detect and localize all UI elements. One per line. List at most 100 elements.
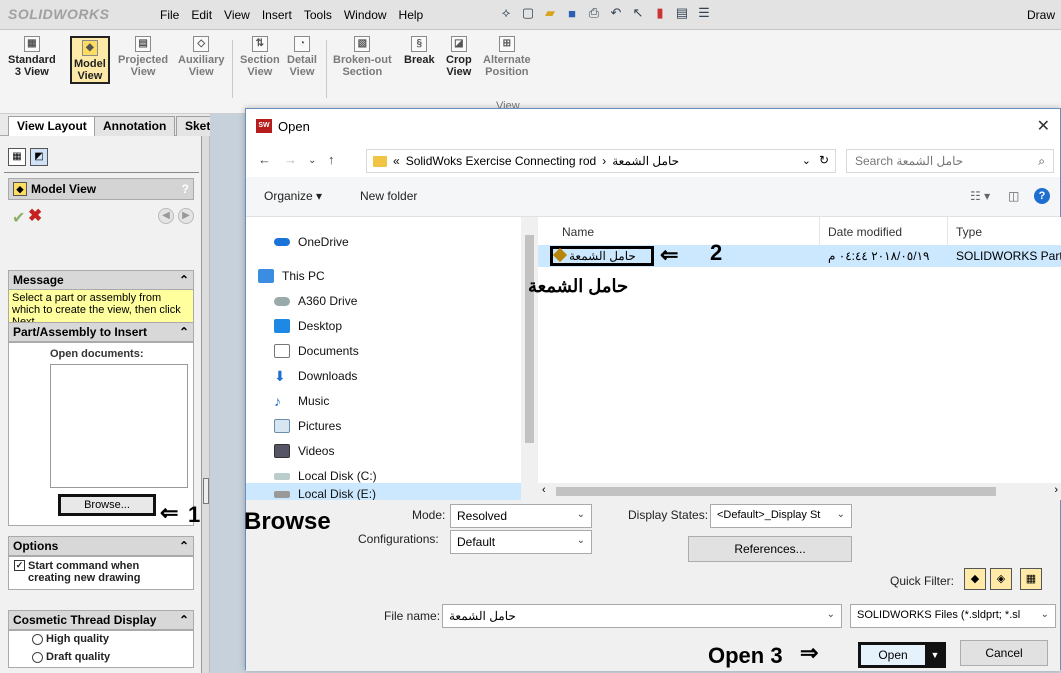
back-arrow-icon[interactable]: ← <box>258 152 271 167</box>
save-icon[interactable]: ■ <box>564 4 580 22</box>
panel-splitter[interactable] <box>202 136 210 673</box>
radio-icon[interactable] <box>32 651 43 663</box>
menu-view[interactable]: View <box>224 8 250 22</box>
pin-icon[interactable]: ⟡ <box>498 4 514 22</box>
column-header-name[interactable]: Name <box>548 217 820 245</box>
open-folder-icon[interactable]: ▰ <box>542 4 558 22</box>
collapse-icon[interactable]: ⌃ <box>179 613 189 627</box>
menu-edit[interactable]: Edit <box>191 8 212 22</box>
scroll-left-icon[interactable]: ‹ <box>542 484 546 496</box>
broken-out-section-button[interactable]: ▧ Broken-out Section <box>333 34 392 78</box>
feature-manager-icon[interactable]: ▦ <box>8 148 26 166</box>
nav-item-this-pc[interactable]: This PC <box>258 265 325 287</box>
cosmetic-thread-header[interactable]: Cosmetic Thread Display ⌃ <box>8 610 194 630</box>
browse-button[interactable]: Browse... <box>58 494 156 516</box>
refresh-icon[interactable]: ↻ <box>819 153 829 167</box>
view-options-icon[interactable]: ☷ ▾ <box>970 189 990 203</box>
back-icon[interactable]: ◀ <box>158 208 174 224</box>
organize-button[interactable]: Organize ▾ <box>264 189 322 203</box>
message-header[interactable]: Message ⌃ <box>8 270 194 290</box>
property-manager-icon[interactable]: ◩ <box>30 148 48 166</box>
open-dropdown-icon[interactable]: ▼ <box>925 645 943 665</box>
forward-arrow-icon[interactable]: → <box>284 152 297 167</box>
mode-select[interactable]: Resolved ⌄ <box>450 504 592 528</box>
select-icon[interactable]: ↖ <box>630 4 646 22</box>
collapse-icon[interactable]: ⌃ <box>179 539 189 553</box>
crop-view-button[interactable]: ◪ Crop View <box>446 34 472 78</box>
file-name-cell[interactable]: حامل الشمعة <box>550 246 654 266</box>
new-folder-button[interactable]: New folder <box>360 189 417 203</box>
menu-tools[interactable]: Tools <box>304 8 332 22</box>
file-properties-icon[interactable]: ▤ <box>674 4 690 22</box>
high-quality-radio[interactable]: High quality <box>32 633 109 645</box>
cancel-button[interactable]: Cancel <box>960 640 1048 666</box>
nav-item-desktop[interactable]: Desktop <box>274 315 342 337</box>
nav-item-a360[interactable]: A360 Drive <box>274 290 357 312</box>
open-button[interactable]: Open ▼ <box>858 642 946 668</box>
file-type-select[interactable]: SOLIDWORKS Files (*.sldprt; *.sl ⌄ <box>850 604 1056 628</box>
detail-view-button[interactable]: ◔ Detail View <box>287 34 317 78</box>
address-dropdown-icon[interactable]: ⌄ <box>802 154 811 167</box>
cancel-x-icon[interactable]: ✖ <box>28 206 42 226</box>
breadcrumb-folder[interactable]: SolidWoks Exercise Connecting rod <box>406 154 597 168</box>
scrollbar-thumb[interactable] <box>525 235 534 443</box>
scrollbar-thumb[interactable] <box>556 487 996 496</box>
options-header[interactable]: Options ⌃ <box>8 536 194 556</box>
next-icon[interactable]: ▶ <box>178 208 194 224</box>
file-row[interactable]: حامل الشمعة ٢٠١٨/٠٥/١٩ ٠٤:٤٤ م SOLIDWORK… <box>538 245 1061 267</box>
file-name-input[interactable]: حامل الشمعة ⌄ <box>442 604 842 628</box>
menu-help[interactable]: Help <box>399 8 424 22</box>
search-input[interactable]: Search حامل الشمعة ⌕ <box>846 149 1054 173</box>
column-header-type[interactable]: Type <box>948 217 1061 245</box>
column-header-date-modified[interactable]: Date modified <box>820 217 948 245</box>
search-icon[interactable]: ⌕ <box>1038 154 1045 169</box>
configurations-select[interactable]: Default ⌄ <box>450 530 592 554</box>
filter-drawings-icon[interactable]: ▦ <box>1020 568 1042 590</box>
print-icon[interactable]: ⎙ <box>586 4 602 22</box>
collapse-icon[interactable]: ⌃ <box>179 325 189 339</box>
menu-insert[interactable]: Insert <box>262 8 292 22</box>
nav-item-videos[interactable]: Videos <box>274 440 334 462</box>
menu-window[interactable]: Window <box>344 8 387 22</box>
break-button[interactable]: § Break <box>404 34 435 66</box>
recent-chevron-icon[interactable]: ⌄ <box>308 155 316 166</box>
tab-view-layout[interactable]: View Layout <box>8 116 96 136</box>
help-icon[interactable]: ? <box>182 182 189 196</box>
options-icon[interactable]: ☰ <box>696 4 712 22</box>
address-bar[interactable]: « SolidWoks Exercise Connecting rod › حا… <box>366 149 836 173</box>
menu-file[interactable]: File <box>160 8 179 22</box>
projected-view-button[interactable]: ▤ Projected View <box>118 34 168 78</box>
undo-icon[interactable]: ↶ <box>608 4 624 22</box>
display-states-select[interactable]: <Default>_Display St ⌄ <box>710 504 852 528</box>
filter-assemblies-icon[interactable]: ◈ <box>990 568 1012 590</box>
collapse-icon[interactable]: ⌃ <box>179 273 189 287</box>
close-icon[interactable]: ✕ <box>1037 116 1050 136</box>
model-view-button[interactable]: ◆ Model View <box>70 36 110 84</box>
nav-item-onedrive[interactable]: OneDrive <box>274 231 349 253</box>
nav-item-documents[interactable]: Documents <box>274 340 359 362</box>
start-command-checkbox[interactable]: ✓ Start command when creating new drawin… <box>14 560 178 584</box>
part-assembly-header[interactable]: Part/Assembly to Insert ⌃ <box>8 322 194 342</box>
nav-item-music[interactable]: ♪ Music <box>274 390 329 412</box>
draft-quality-radio[interactable]: Draft quality <box>32 651 110 663</box>
checkbox-checked-icon[interactable]: ✓ <box>14 560 25 571</box>
navigation-scrollbar[interactable] <box>521 217 538 483</box>
nav-item-downloads[interactable]: ⬇ Downloads <box>274 365 357 387</box>
alternate-position-view-button[interactable]: ⊞ Alternate Position <box>483 34 531 78</box>
references-button[interactable]: References... <box>688 536 852 562</box>
scroll-right-icon[interactable]: › <box>1054 484 1058 496</box>
rebuild-icon[interactable]: ▮ <box>652 4 668 22</box>
filter-parts-icon[interactable]: ◆ <box>964 568 986 590</box>
standard-3-view-button[interactable]: ▦ Standard 3 View <box>8 34 56 78</box>
section-view-button[interactable]: ⇅ Section View <box>240 34 280 78</box>
radio-icon[interactable] <box>32 633 43 645</box>
breadcrumb-subfolder[interactable]: حامل الشمعة <box>612 154 679 168</box>
open-documents-list[interactable] <box>50 364 188 488</box>
new-document-icon[interactable]: ▢ <box>520 4 536 22</box>
up-arrow-icon[interactable]: ↑ <box>328 152 335 167</box>
nav-item-pictures[interactable]: Pictures <box>274 415 341 437</box>
auxiliary-view-button[interactable]: ◇ Auxiliary View <box>178 34 224 78</box>
splitter-handle[interactable] <box>203 478 209 504</box>
ok-check-icon[interactable]: ✔ <box>12 208 25 228</box>
nav-item-local-disk-c[interactable]: Local Disk (C:) <box>274 465 377 483</box>
